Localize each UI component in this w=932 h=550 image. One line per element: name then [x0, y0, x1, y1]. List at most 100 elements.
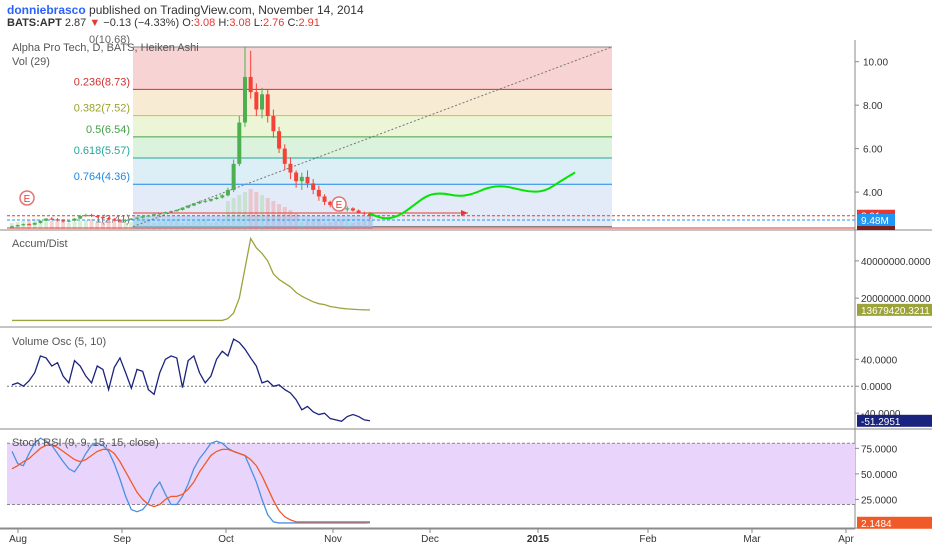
accum-dist-pane[interactable]: 20000000.0000 40000000.0000 Accum/Dist 1367…: [12, 236, 932, 322]
candle-body: [288, 163, 293, 173]
earnings-marker-label: E: [336, 200, 343, 211]
candle-body: [95, 215, 100, 218]
candle-body: [44, 218, 49, 221]
candle-body: [220, 195, 225, 198]
candle-body: [106, 218, 111, 220]
candle-body: [299, 176, 304, 182]
candle-body: [242, 76, 247, 123]
candle-body: [163, 212, 168, 214]
candle-body: [356, 210, 361, 213]
candle-body: [311, 183, 316, 190]
y-tick-label: 40.0000: [861, 355, 898, 366]
volume-badge-label: 9.48M: [861, 216, 889, 227]
x-tick-label: Sep: [113, 534, 131, 545]
candle-body: [197, 201, 202, 204]
fib-band: [133, 89, 612, 116]
y-tick-label: 10.00: [863, 58, 888, 69]
pane-title: Accum/Dist: [12, 238, 68, 250]
candle-body: [100, 217, 105, 219]
fib-level-label: 0.382(7.52): [74, 103, 130, 115]
x-tick-label: Mar: [743, 534, 761, 545]
fib-band: [133, 136, 612, 158]
candle-body: [260, 94, 265, 110]
candle-body: [174, 209, 179, 212]
volume-badge-2: [857, 226, 895, 230]
candle-body: [169, 211, 174, 213]
candle-body: [89, 214, 94, 216]
candle-body: [140, 216, 145, 218]
candle-body: [146, 215, 151, 217]
pane-title: Volume Osc (5, 10): [12, 336, 106, 348]
candle-body: [214, 197, 219, 200]
candle-body: [10, 226, 14, 228]
candle-body: [66, 220, 71, 222]
candle-body: [277, 131, 282, 149]
time-axis[interactable]: Aug Sep Oct Nov Dec 2015 Feb Mar Apr: [0, 528, 855, 545]
candle-body: [191, 203, 196, 206]
candle-body: [61, 220, 66, 222]
x-tick-label: Apr: [838, 534, 854, 545]
candle-body: [21, 224, 26, 226]
x-tick-label: Feb: [639, 534, 657, 545]
candle-body: [362, 212, 367, 214]
last-value-label: 2.1484: [861, 519, 892, 530]
candle-body: [180, 207, 185, 210]
pane-title: Stoch RSI (9, 9, 15, 15, close): [12, 437, 159, 449]
last-value-label: 13679420.3211: [861, 306, 930, 317]
series-line: [12, 236, 371, 322]
candle-body: [123, 219, 128, 221]
chart-title: Alpha Pro Tech, D, BATS, Heiken Ashi: [12, 42, 199, 54]
candle-body: [152, 214, 157, 216]
candle-body: [265, 94, 270, 117]
candle-body: [225, 189, 230, 196]
fib-level-label: 0.764(4.36): [74, 171, 130, 183]
stoch-band-fill: [7, 443, 855, 505]
candle-body: [117, 220, 122, 222]
candle-body: [83, 214, 88, 216]
candle-body: [135, 217, 140, 219]
volume-osc-pane[interactable]: -40.00000.000040.0000Volume Osc (5, 10)-…: [7, 336, 932, 428]
candle-body: [271, 116, 276, 132]
y-tick-label: 0.0000: [861, 382, 892, 393]
candle-body: [350, 208, 355, 211]
candle-body: [316, 189, 321, 197]
x-tick-label: 2015: [527, 534, 550, 545]
y-tick-label: 75.0000: [861, 444, 898, 455]
earnings-marker-label: E: [24, 194, 31, 205]
y-tick-label: 4.00: [863, 188, 883, 199]
candle-body: [186, 205, 191, 208]
x-tick-label: Dec: [421, 534, 439, 545]
chart-canvas[interactable]: 0(10.68)0.236(8.73)0.382(7.52)0.5(6.54)0…: [0, 0, 932, 550]
candle-body: [208, 199, 213, 201]
x-tick-label: Aug: [9, 534, 27, 545]
candle-body: [129, 218, 134, 220]
candle-body: [157, 213, 162, 215]
candle-body: [55, 219, 60, 221]
candle-body: [15, 225, 20, 227]
candle-body: [345, 208, 350, 210]
x-tick-label: Nov: [324, 534, 342, 545]
volume-strip: [133, 216, 373, 229]
fib-level-label: 0.5(6.54): [86, 124, 130, 136]
candle-body: [254, 92, 259, 110]
fib-level-label: 0.236(8.73): [74, 76, 130, 88]
fib-band: [133, 157, 612, 185]
candle-body: [38, 220, 43, 223]
candle-body: [112, 219, 117, 221]
last-value-label: -51.2951: [861, 417, 901, 428]
stoch-rsi-pane[interactable]: 25.0000 50.0000 75.0000 Stoch RSI (9, 9, 15…: [7, 437, 932, 530]
y-tick-label: 20000000.0000: [861, 294, 931, 305]
candle-body: [282, 148, 287, 164]
fib-level-label: 0.618(5.57): [74, 145, 130, 157]
candle-body: [32, 222, 37, 225]
volume-title: Vol (29): [12, 56, 50, 68]
candle-body: [203, 200, 208, 202]
candle-body: [27, 224, 32, 226]
y-tick-label: 8.00: [863, 101, 883, 112]
price-pane[interactable]: 0(10.68)0.236(8.73)0.382(7.52)0.5(6.54)0…: [7, 34, 895, 230]
y-tick-label: 50.0000: [861, 470, 898, 481]
x-tick-label: Oct: [218, 534, 234, 545]
candle-body: [322, 196, 327, 202]
candle-body: [78, 215, 83, 219]
y-tick-label: 40000000.0000: [861, 257, 931, 268]
